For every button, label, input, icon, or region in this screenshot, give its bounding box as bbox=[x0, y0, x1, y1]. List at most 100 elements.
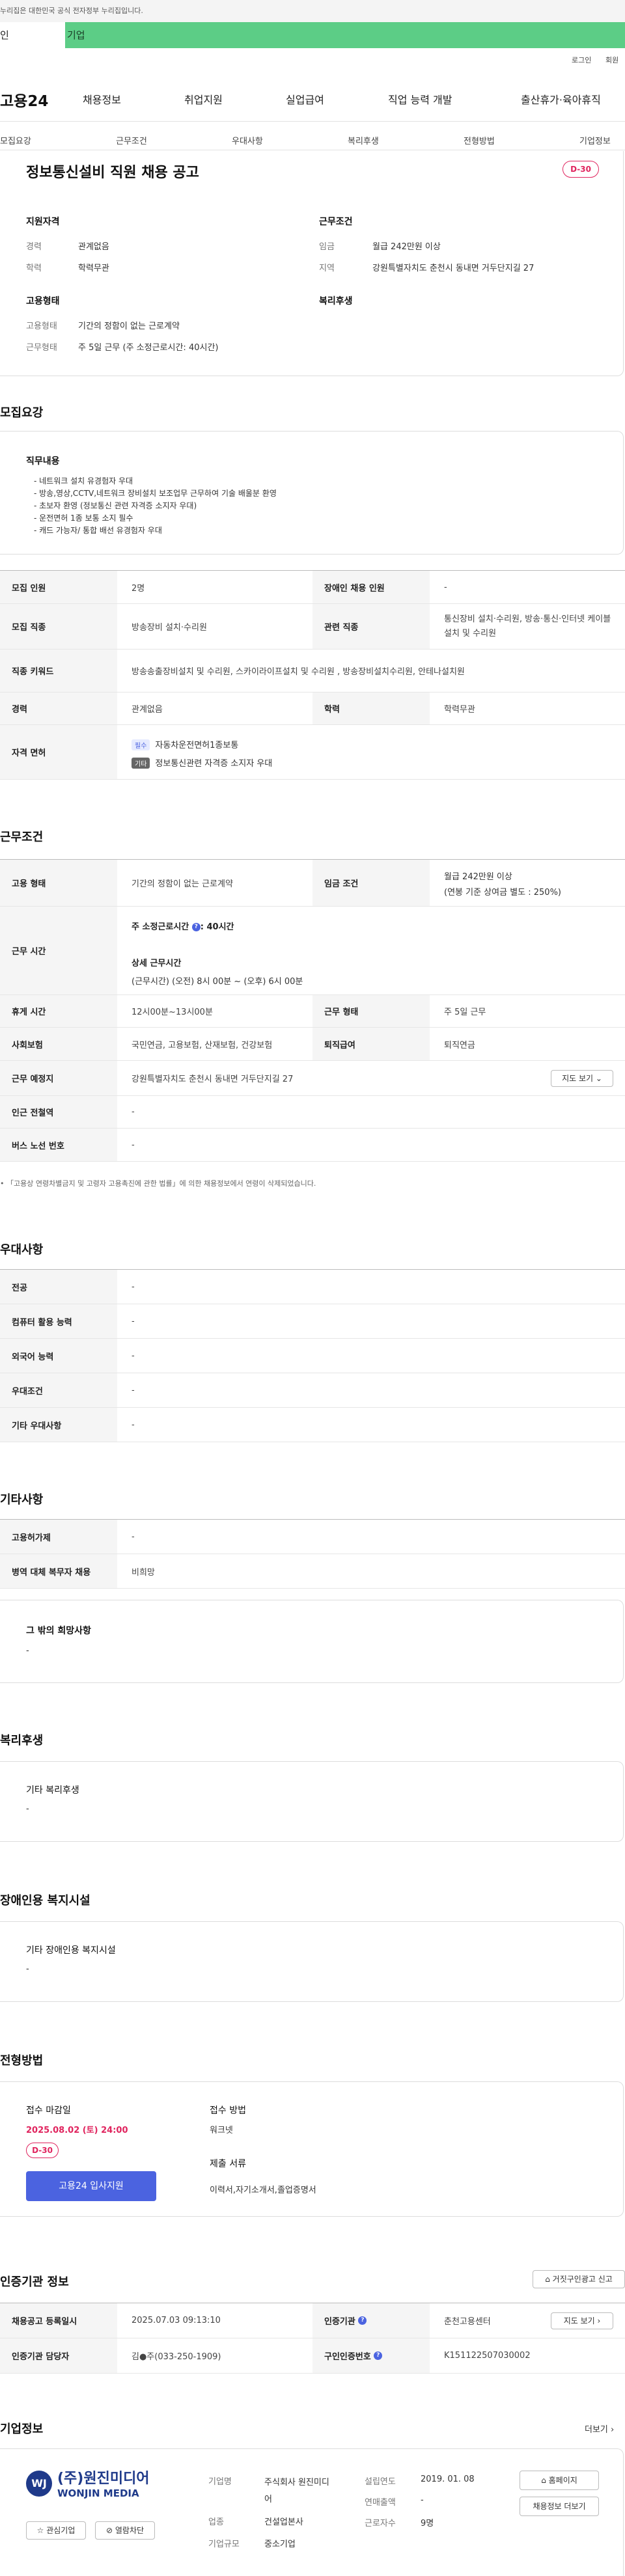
hours-label: 근무형태 bbox=[26, 343, 57, 353]
site-logo[interactable]: 고용24 bbox=[0, 89, 48, 111]
more-link[interactable]: 더보기 › bbox=[585, 2422, 614, 2435]
age-notice: • 「고용상 연령차별금지 및 고령자 고용촉진에 관한 법률」에 의한 채용정… bbox=[0, 1179, 316, 1188]
required-badge: 필수 bbox=[132, 739, 150, 750]
report-button-label: 거짓구인광고 신고 bbox=[552, 2275, 613, 2284]
table-row: 자격 면허 필수 자동차운전면허1종보통 기타 정보통신관련 자격증 소지자 우대 bbox=[0, 725, 625, 780]
name-label: 기업명 bbox=[208, 2477, 232, 2487]
table-row: 직종 키워드 방송송출장비설치 및 수리원, 스카이라이프설치 및 수리원 , … bbox=[0, 650, 625, 692]
emp-count-label: 근로자수 bbox=[365, 2519, 396, 2528]
military-label: 병역 대체 복무자 채용 bbox=[0, 1554, 117, 1588]
bus-label: 버스 노선 번호 bbox=[0, 1129, 117, 1161]
method-label: 접수 방법 bbox=[210, 2105, 246, 2116]
map-button-label: 지도 보기 bbox=[562, 1074, 594, 1083]
duty-line-5: - 캐드 가능자/ 통합 배선 유경험자 우대 bbox=[34, 526, 162, 535]
process-section-title: 전형방법 bbox=[0, 2054, 44, 2068]
size-value: 중소기업 bbox=[264, 2540, 296, 2549]
wage-value: 월급 242만원 이상 bbox=[372, 242, 441, 252]
time-label: 근무 시간 bbox=[0, 907, 117, 994]
map-button[interactable]: 지도 보기 ⌄ bbox=[551, 1070, 613, 1087]
chevron-right-icon: › bbox=[597, 2316, 601, 2325]
subnav-welfare[interactable]: 복리후생 bbox=[348, 134, 379, 146]
tab-personal[interactable]: 인 bbox=[0, 22, 65, 48]
name-value: 주식회사 원진미디어 bbox=[264, 2478, 329, 2504]
license-label: 자격 면허 bbox=[0, 725, 117, 779]
table-row: 근무 시간 주 소정근로시간 ?: 40시간 상세 근무시간 (근무시간) (오… bbox=[0, 907, 625, 995]
org-label-text: 인증기관 bbox=[324, 2317, 355, 2327]
pref-etc-label: 기타 우대사항 bbox=[0, 1408, 117, 1442]
join-link[interactable]: 회원 bbox=[605, 55, 618, 65]
etc-section-title: 기타사항 bbox=[0, 1493, 44, 1507]
welfare-section-title: 복리후생 bbox=[0, 1734, 44, 1747]
mgr-label: 인증기관 담당자 bbox=[0, 2338, 117, 2373]
rest-label: 휴게 시간 bbox=[0, 995, 117, 1027]
hope-value: - bbox=[26, 1646, 29, 1656]
career-row-value: 관계없음 bbox=[132, 705, 163, 715]
table-row: 근무 예정지 강원특별자치도 춘천시 동내면 거두단지길 27 지도 보기 ⌄ bbox=[0, 1061, 625, 1096]
license-item-1: 필수 자동차운전면허1종보통 bbox=[132, 738, 238, 750]
pref-major-value: - bbox=[132, 1281, 135, 1292]
duty-heading: 직무내용 bbox=[26, 456, 60, 467]
table-row: 고용 형태 기간의 정함이 없는 근로계약 임금 조건 월급 242만원 이상 … bbox=[0, 860, 625, 907]
agency-section-title: 인증기관 정보 bbox=[0, 2275, 69, 2289]
table-row: 병역 대체 복무자 채용 비희망 bbox=[0, 1554, 625, 1589]
subnav-process[interactable]: 전형방법 bbox=[464, 134, 495, 146]
form-value: 주 5일 근무 bbox=[444, 1007, 486, 1017]
gnb-item-unemployment[interactable]: 실업급여 bbox=[286, 91, 324, 107]
no-value: K151122507030002 bbox=[444, 2351, 531, 2361]
subnav-recruit[interactable]: 모집요강 bbox=[0, 134, 31, 146]
edu-label: 학력 bbox=[26, 264, 42, 273]
welfare-sub: 기타 복리후생 bbox=[26, 1785, 79, 1796]
military-value: 비희망 bbox=[132, 1567, 155, 1578]
sales-value: - bbox=[421, 2495, 424, 2505]
pref-computer-value: - bbox=[132, 1316, 135, 1326]
disabled-label: 장애인 채용 인원 bbox=[312, 571, 430, 603]
subway-value: - bbox=[132, 1107, 135, 1117]
fav-button[interactable]: ☆ 관심기업 bbox=[26, 2521, 86, 2540]
company-logo-en: WONJIN MEDIA bbox=[57, 2487, 139, 2499]
no-label: 구인인증번호 ? bbox=[312, 2338, 430, 2373]
agency-map-label: 지도 보기 bbox=[563, 2316, 595, 2325]
agency-map-button[interactable]: 지도 보기 › bbox=[551, 2312, 613, 2329]
subnav-preference[interactable]: 우대사항 bbox=[232, 134, 263, 146]
gnb-item-training[interactable]: 직업 능력 개발 bbox=[388, 91, 452, 107]
chevron-right-icon: › bbox=[611, 2425, 615, 2435]
ins-value: 국민연금, 고용보험, 산재보험, 건강보험 bbox=[132, 1040, 273, 1050]
block-button[interactable]: ⊘ 열람차단 bbox=[95, 2521, 155, 2540]
block-button-label: 열람차단 bbox=[115, 2526, 145, 2535]
gnb-item-jobs[interactable]: 채용정보 bbox=[83, 91, 121, 107]
kw-value: 방송송출장비설치 및 수리원, 스카이라이프설치 및 수리원 , 방송장비설치수… bbox=[132, 667, 465, 677]
info-icon[interactable]: ? bbox=[374, 2351, 383, 2360]
pref-cond-label: 우대조건 bbox=[0, 1373, 117, 1407]
table-row: 외국어 능력 - bbox=[0, 1339, 625, 1373]
size-label: 기업규모 bbox=[208, 2540, 240, 2549]
process-dday-badge: D-30 bbox=[26, 2143, 59, 2158]
table-row: 전공 - bbox=[0, 1270, 625, 1304]
subnav-conditions[interactable]: 근무조건 bbox=[116, 134, 147, 146]
subnav-company[interactable]: 기업정보 bbox=[579, 134, 611, 146]
welfare-value: - bbox=[26, 1804, 29, 1814]
place-label: 근무 예정지 bbox=[0, 1061, 117, 1095]
gnb-item-leave[interactable]: 출산휴가·육아휴직 bbox=[521, 91, 601, 107]
pref-section-title: 우대사항 bbox=[0, 1243, 44, 1257]
company-logo-ko: (주)원진미디어 bbox=[57, 2471, 150, 2487]
table-row: 인근 전철역 - bbox=[0, 1096, 625, 1129]
ins-label: 사회보험 bbox=[0, 1028, 117, 1060]
table-row: 사회보험 국민연금, 고용보험, 산재보험, 건강보험 퇴직급여 퇴직연금 bbox=[0, 1028, 625, 1061]
bus-value: - bbox=[132, 1140, 135, 1150]
more-jobs-button[interactable]: 채용정보 더보기 bbox=[520, 2497, 599, 2516]
homepage-button[interactable]: ⌂ 홈페이지 bbox=[520, 2471, 599, 2490]
report-button[interactable]: ⌂ 거짓구인광고 신고 bbox=[533, 2270, 625, 2288]
tab-company[interactable]: 기업 bbox=[67, 22, 85, 48]
apply-button[interactable]: 고용24 입사지원 bbox=[26, 2171, 156, 2201]
gnb-item-employment-support[interactable]: 취업지원 bbox=[184, 91, 223, 107]
deadline-value: 2025.08.02 (토) 24:00 bbox=[26, 2126, 128, 2135]
login-link[interactable]: 로그인 bbox=[572, 55, 591, 65]
permit-label: 고용허가제 bbox=[0, 1520, 117, 1554]
career-label: 경력 bbox=[26, 242, 42, 252]
sales-label: 연매출액 bbox=[365, 2498, 396, 2508]
duty-line-2: - 방송,영상,CCTV,네트워크 장비설치 보조업무 근무하여 기술 배울분 … bbox=[34, 489, 277, 498]
disabled-value: - bbox=[444, 582, 447, 592]
info-icon[interactable]: ? bbox=[358, 2316, 367, 2325]
type-label: 고용 형태 bbox=[0, 860, 117, 906]
info-icon[interactable]: ? bbox=[191, 923, 201, 931]
